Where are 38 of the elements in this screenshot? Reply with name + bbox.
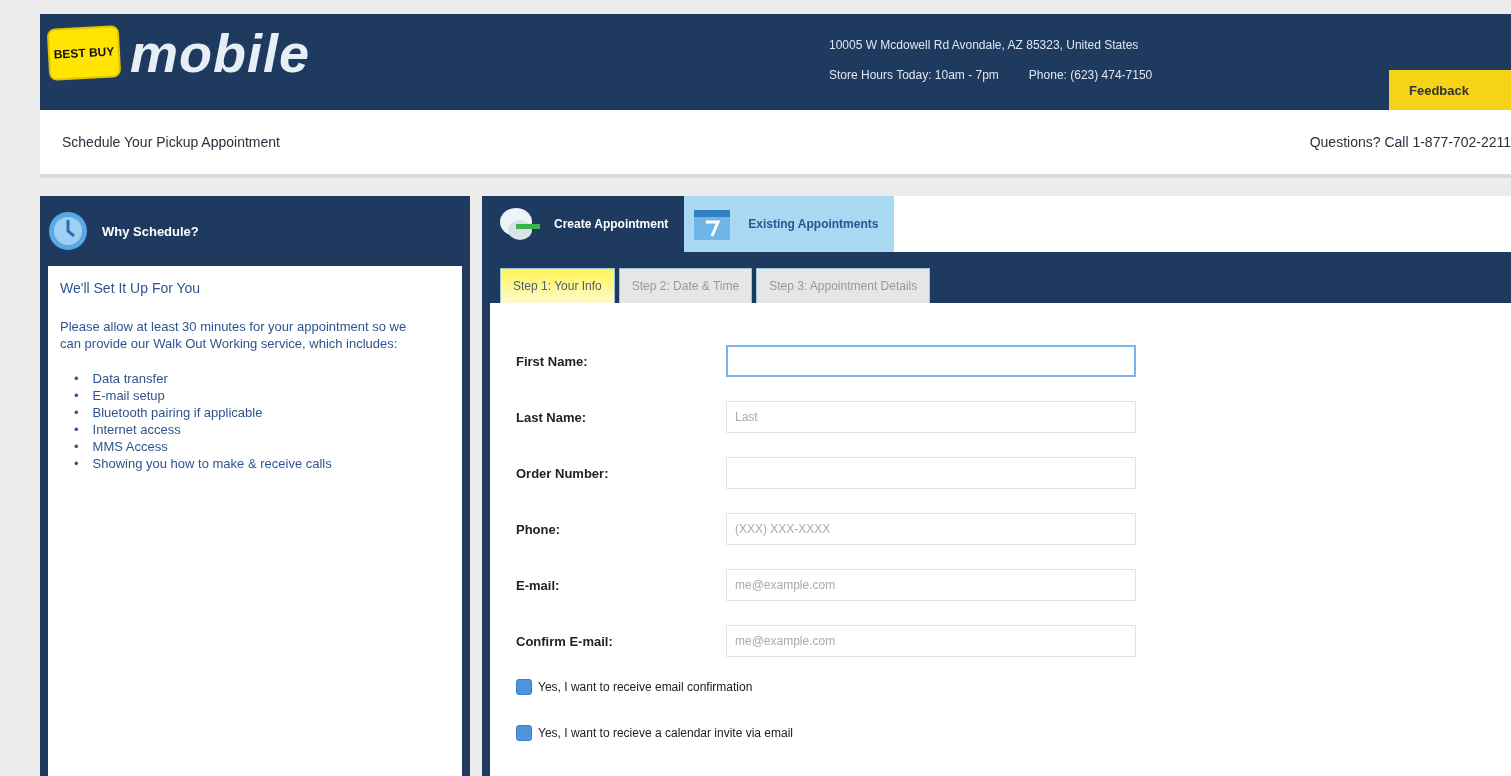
bullet-mark: • [74, 438, 79, 455]
checkbox-label: Yes, I want to recieve a calendar invite via email [538, 726, 794, 740]
sidebar-text: Please allow at least 30 minutes for your appointment so we can provide our Walk Out Working service, which includes: [60, 318, 408, 352]
bullet-mark: • [74, 421, 79, 438]
input-field[interactable] [726, 345, 1136, 377]
service-item: Bluetooth pairing if applicable [92, 404, 263, 421]
sidebar-heading: We'll Set It Up For You [60, 280, 202, 296]
service-item: Data transfer [92, 370, 168, 387]
store-address: 10005 W Mcdowell Rd Avondale, AZ 85323, United States [829, 38, 1140, 52]
service-item: MMS Access [92, 438, 168, 455]
page-title: Schedule Your Pickup Appointment [62, 134, 280, 150]
field-label: Last Name: [516, 409, 588, 425]
sidebar-title: Why Schedule? [102, 223, 199, 239]
field-label: Confirm E-mail: [516, 633, 614, 649]
bullet-mark: • [74, 387, 79, 404]
bullet-mark: • [74, 455, 79, 472]
logo-badge: BEST BUY [46, 25, 122, 81]
logo-wordmark: mobile [130, 22, 311, 84]
tab[interactable]: Existing Appointments [684, 196, 895, 252]
bullet-mark: • [74, 370, 79, 387]
field-label: Phone: [516, 521, 562, 537]
field-label: Order Number: [516, 465, 610, 481]
service-item: E-mail setup [92, 387, 165, 404]
support-phone: Questions? Call 1-877-702-2211 [1309, 134, 1511, 150]
clock-icon [48, 211, 88, 251]
checkbox-label: Yes, I want to receive email confirmation [538, 680, 753, 694]
step-tab[interactable]: Step 1: Your Info [500, 268, 615, 303]
store-hours: Store Hours Today: 10am - 7pm [829, 68, 999, 82]
checkbox[interactable] [516, 725, 532, 741]
field-label: E-mail: [516, 577, 561, 593]
checkbox[interactable] [516, 679, 532, 695]
service-item: Internet access [92, 421, 181, 438]
tab[interactable]: Create Appointment [490, 196, 685, 252]
field-label: First Name: [516, 353, 589, 369]
service-item: Showing you how to make & receive calls [92, 455, 332, 472]
bullet-mark: • [74, 404, 79, 421]
feedback-button[interactable]: Feedback [1389, 70, 1511, 110]
store-phone: Phone: (623) 474-7150 [1028, 68, 1153, 82]
